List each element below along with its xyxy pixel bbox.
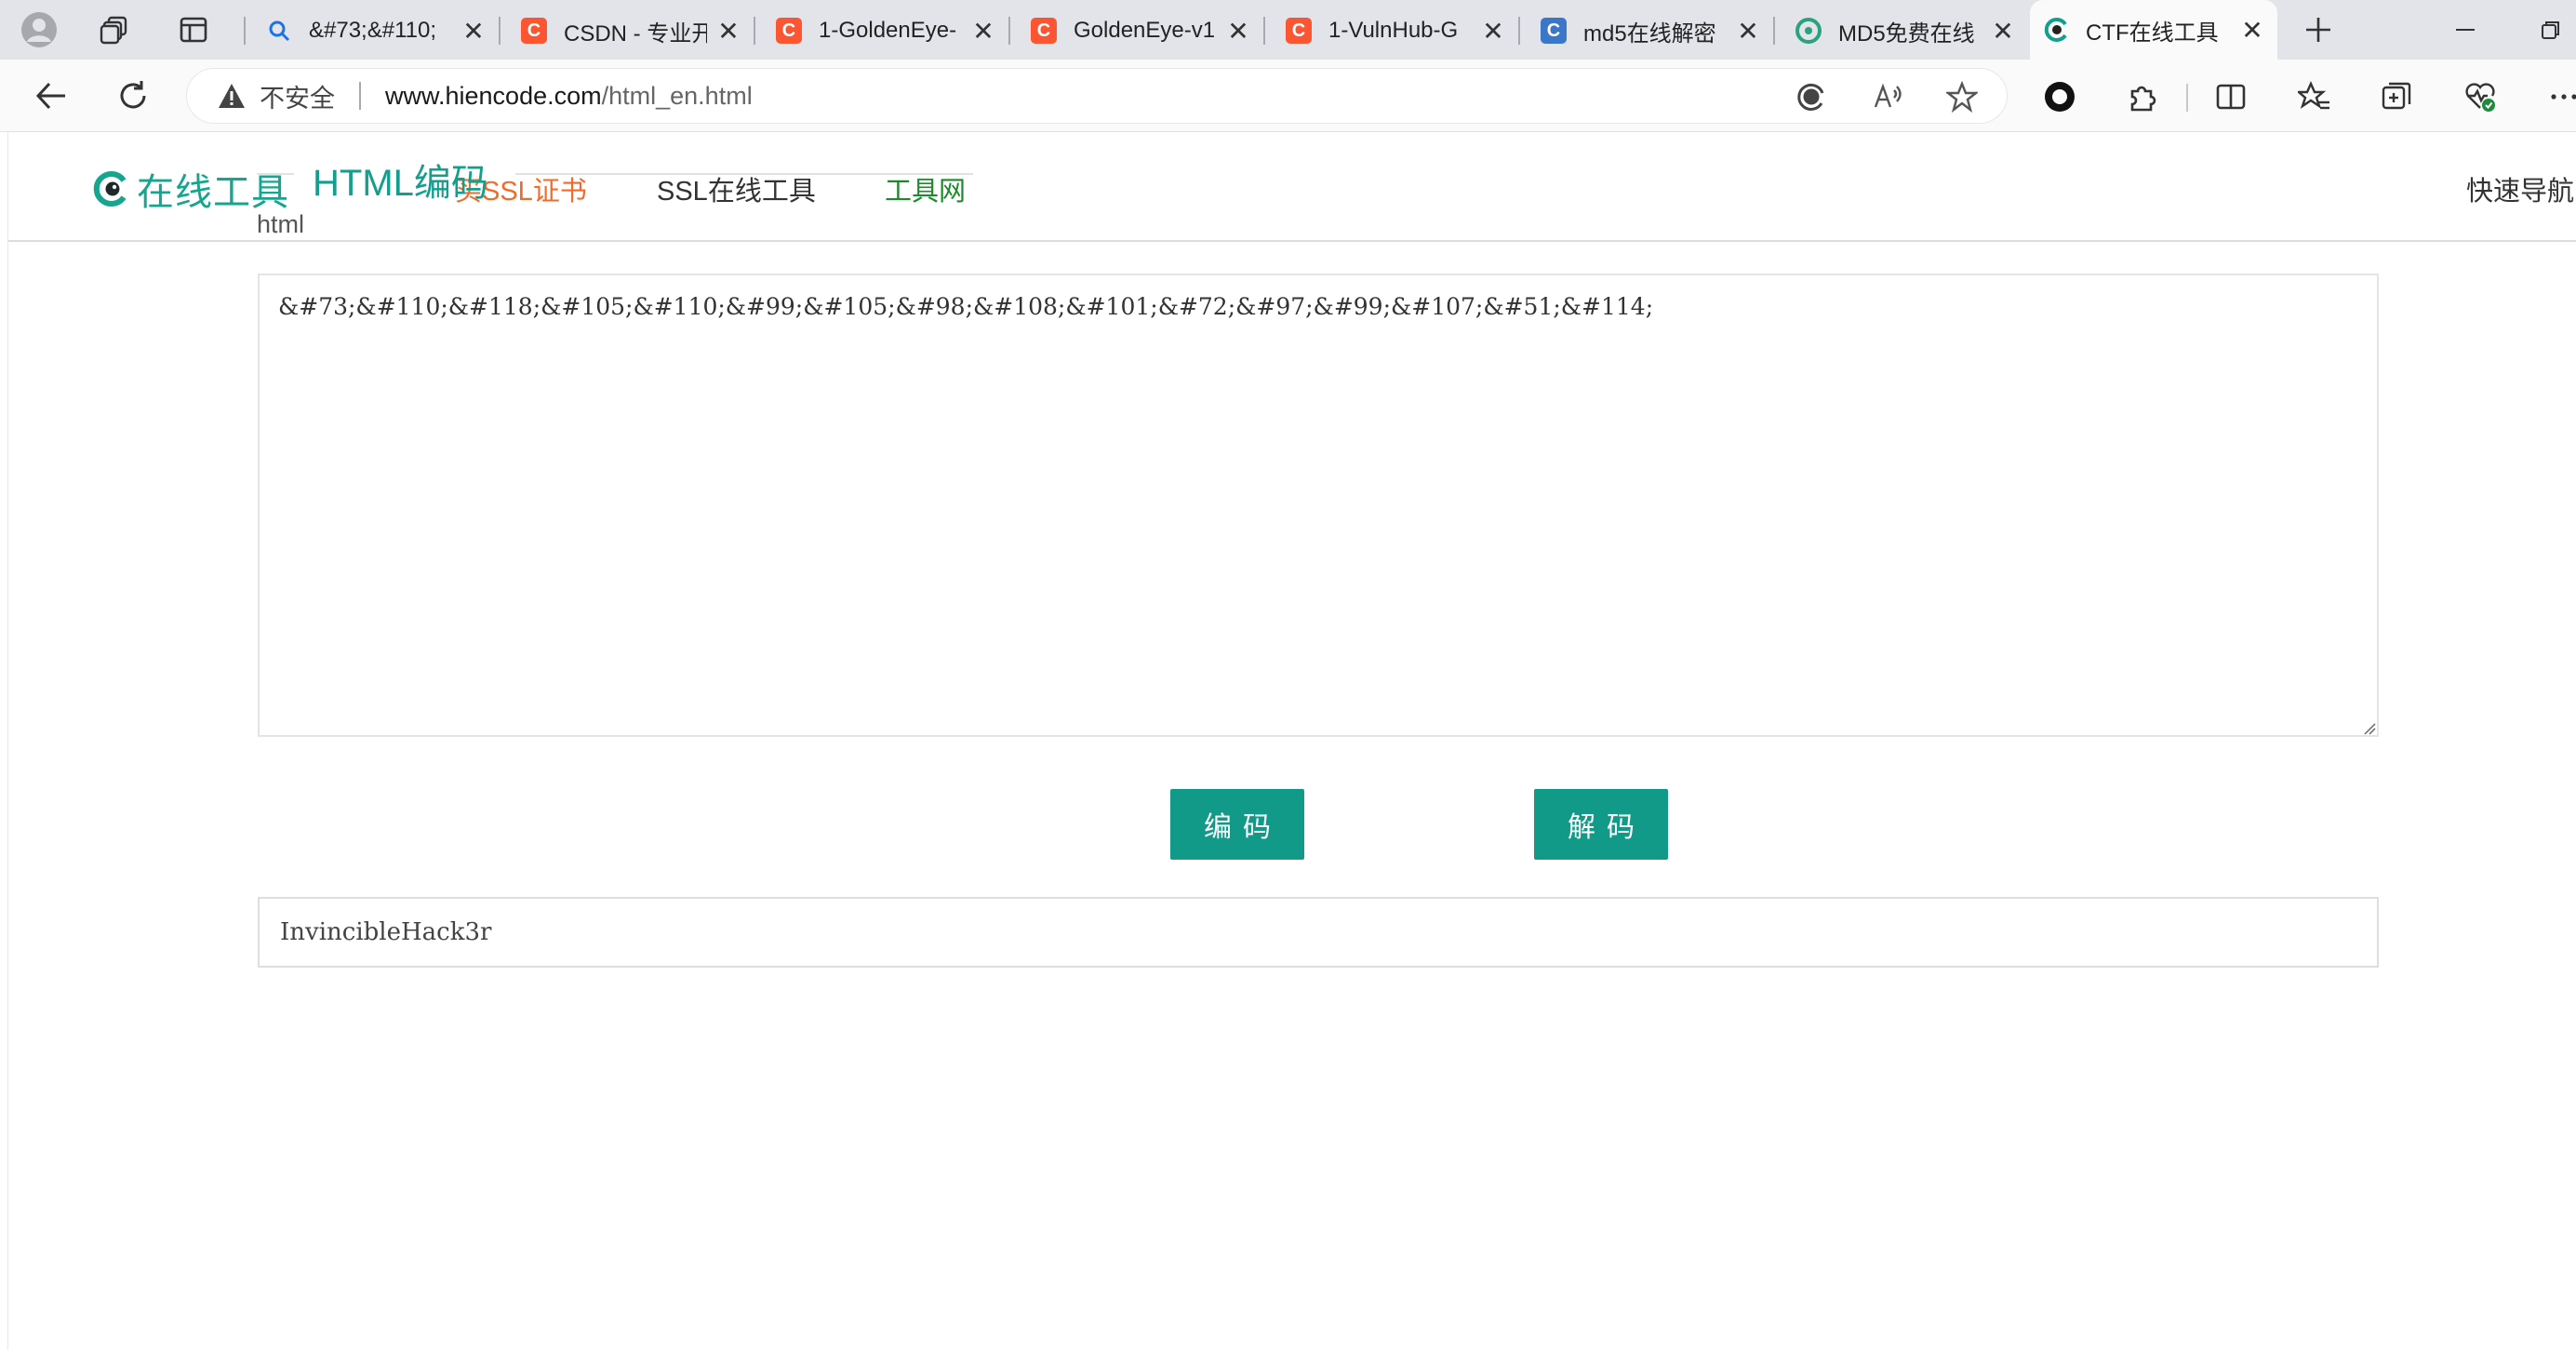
tab-1[interactable]: C CSDN - 专业开 ✕ [508, 7, 754, 54]
address-divider [359, 82, 361, 110]
tab-separator [499, 17, 501, 45]
address-bar[interactable]: 不安全 www.hiencode.com/html_en.html [186, 68, 2008, 124]
extensions-icon[interactable] [2121, 76, 2162, 117]
address-toolbar: 不安全 www.hiencode.com/html_en.html [0, 60, 2576, 132]
url-host: www.hiencode.com [385, 81, 602, 110]
tab-title: 1-VulnHub-G [1328, 18, 1459, 43]
new-tab-icon[interactable] [2300, 11, 2337, 48]
nav-quick-nav[interactable]: 快速导航 [2466, 169, 2574, 208]
close-tab-icon[interactable]: ✕ [716, 16, 741, 47]
toolbar-separator [2186, 84, 2188, 112]
tab-separator [1518, 17, 1520, 45]
performance-icon[interactable] [2460, 76, 2501, 117]
tab-6[interactable]: MD5免费在线 ✕ [1782, 7, 2028, 54]
tab-title: MD5免费在线 [1838, 20, 1975, 47]
tab-separator [1773, 17, 1775, 45]
tab-4[interactable]: C 1-VulnHub-G ✕ [1273, 7, 1518, 54]
more-options-icon[interactable] [2543, 76, 2576, 117]
warning-icon[interactable] [217, 82, 247, 110]
url-path: /html_en.html [601, 81, 753, 110]
url-text[interactable]: www.hiencode.com/html_en.html [385, 82, 753, 111]
back-icon[interactable] [32, 76, 71, 115]
resize-grip-icon[interactable] [2363, 722, 2376, 735]
close-tab-icon[interactable]: ✕ [2240, 15, 2264, 46]
collections-icon[interactable] [2376, 76, 2417, 117]
tab-title: GoldenEye-v1 [1074, 18, 1216, 43]
section-title: HTML编码 [257, 151, 973, 204]
hiencode-icon [2043, 17, 2069, 43]
title-rule-right [515, 173, 973, 175]
output-field[interactable]: InvincibleHack3r [258, 897, 2379, 968]
csdn-icon: C [1286, 18, 1312, 44]
tab-title: md5在线解密 [1583, 20, 1716, 47]
browser-essentials-icon[interactable] [1793, 78, 1830, 115]
tab-2[interactable]: C 1-GoldenEye- ✕ [763, 7, 1008, 54]
close-tab-icon[interactable]: ✕ [461, 16, 486, 47]
tab-title: CSDN - 专业开 [564, 20, 707, 47]
tab-5[interactable]: C md5在线解密 ✕ [1528, 7, 1773, 54]
decode-button[interactable]: 解码 [1534, 789, 1668, 860]
md5-site-icon [1795, 18, 1822, 44]
search-icon [266, 18, 292, 44]
tab-3[interactable]: C GoldenEye-v1 ✕ [1018, 7, 1263, 54]
csdn-icon: C [1031, 18, 1057, 44]
split-screen-icon[interactable] [2210, 76, 2251, 117]
security-label[interactable]: 不安全 [260, 78, 335, 114]
favorites-icon[interactable] [2294, 76, 2335, 117]
recording-icon[interactable] [2039, 76, 2080, 117]
html-input-textarea[interactable] [258, 274, 2379, 737]
output-text: InvincibleHack3r [280, 918, 492, 946]
tab-title: &#73;&#110; [309, 18, 437, 43]
close-tab-icon[interactable]: ✕ [1481, 16, 1505, 47]
tab-title: CTF在线工具 [2086, 20, 2219, 46]
tab-separator [244, 17, 246, 45]
close-tab-icon[interactable]: ✕ [1736, 16, 1760, 47]
title-rule-left [257, 173, 294, 175]
encode-button[interactable]: 编码 [1170, 789, 1304, 860]
page-title: HTML编码 [313, 163, 488, 204]
read-aloud-icon[interactable] [1869, 78, 1906, 115]
tab-7-active[interactable]: CTF在线工具 ✕ [2030, 0, 2277, 60]
tab-separator [1263, 17, 1265, 45]
tab-strip: &#73;&#110; ✕ C CSDN - 专业开 ✕ C 1-GoldenE… [0, 0, 2576, 60]
refresh-icon[interactable] [113, 76, 153, 115]
workspaces-icon[interactable] [97, 11, 134, 48]
input-label: html [257, 210, 305, 238]
tab-0[interactable]: &#73;&#110; ✕ [253, 7, 499, 54]
csdn-icon: C [776, 18, 802, 44]
site-logo-icon [93, 171, 127, 207]
close-tab-icon[interactable]: ✕ [1991, 16, 2015, 47]
tab-title: 1-GoldenEye- [819, 18, 957, 43]
close-tab-icon[interactable]: ✕ [971, 16, 995, 47]
minimize-icon[interactable] [2447, 11, 2484, 48]
tab-separator [1008, 17, 1010, 45]
cmd5-icon: C [1541, 18, 1567, 44]
tab-separator [754, 17, 755, 45]
favorite-star-icon[interactable] [1943, 78, 1981, 115]
csdn-icon: C [521, 18, 547, 44]
close-tab-icon[interactable]: ✕ [1226, 16, 1250, 47]
profile-avatar-icon[interactable] [20, 11, 58, 48]
restore-icon[interactable] [2532, 11, 2569, 48]
vertical-tabs-icon[interactable] [175, 11, 212, 48]
